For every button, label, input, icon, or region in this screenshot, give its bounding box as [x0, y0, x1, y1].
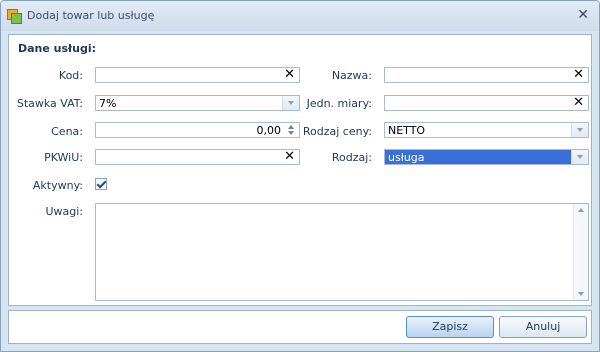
- scroll-down-icon[interactable]: [578, 292, 584, 296]
- window-title: Dodaj towar lub usługę: [27, 9, 155, 22]
- memo-scrollbar[interactable]: [573, 204, 588, 300]
- aktywny-checkbox[interactable]: [95, 178, 107, 190]
- dialog-window: Dodaj towar lub usługę ✕ Dane usługi: Ko…: [0, 0, 600, 352]
- cena-spin-input[interactable]: 0,00: [95, 122, 300, 138]
- clear-x-icon[interactable]: ✕: [573, 68, 584, 82]
- kod-input[interactable]: ✕: [95, 67, 300, 83]
- jedn-miary-input[interactable]: ✕: [384, 95, 589, 111]
- stawka-vat-select[interactable]: 7%: [95, 95, 300, 111]
- save-button[interactable]: Zapisz: [406, 316, 494, 338]
- clear-x-icon[interactable]: ✕: [573, 96, 584, 110]
- button-bar: Zapisz Anuluj: [8, 310, 592, 344]
- nazwa-label: Nazwa:: [331, 69, 372, 82]
- close-icon[interactable]: ✕: [577, 7, 589, 23]
- rodzaj-select[interactable]: usługa: [384, 149, 589, 165]
- rodzaj-label: Rodzaj:: [331, 151, 372, 164]
- section-title: Dane usługi:: [18, 42, 97, 55]
- pkwiu-label: PKWiU:: [44, 151, 83, 164]
- title-bar: Dodaj towar lub usługę ✕: [1, 1, 599, 31]
- rodzaj-value: usługa: [388, 151, 425, 164]
- aktywny-label: Aktywny:: [32, 179, 83, 192]
- kod-label: Kod:: [58, 69, 83, 82]
- chevron-down-icon[interactable]: [571, 123, 588, 137]
- nazwa-input[interactable]: ✕: [384, 67, 589, 83]
- chevron-down-icon[interactable]: [571, 150, 588, 164]
- rodzaj-ceny-value: NETTO: [388, 124, 426, 137]
- jedn-miary-label: Jedn. miary:: [306, 97, 372, 110]
- uwagi-label: Uwagi:: [45, 205, 83, 218]
- stawka-vat-label: Stawka VAT:: [16, 97, 83, 110]
- app-icon: [7, 9, 22, 24]
- uwagi-textarea[interactable]: [95, 203, 589, 301]
- cancel-button[interactable]: Anuluj: [499, 316, 587, 338]
- stawka-vat-value: 7%: [99, 97, 117, 110]
- cena-label: Cena:: [51, 125, 83, 138]
- scroll-up-icon[interactable]: [578, 208, 584, 212]
- pkwiu-input[interactable]: ✕: [95, 149, 300, 165]
- rodzaj-ceny-select[interactable]: NETTO: [384, 122, 589, 138]
- rodzaj-ceny-label: Rodzaj ceny:: [302, 125, 372, 138]
- form-panel: Dane usługi: Kod: ✕ Stawka VAT: 7% Cena:…: [8, 34, 592, 306]
